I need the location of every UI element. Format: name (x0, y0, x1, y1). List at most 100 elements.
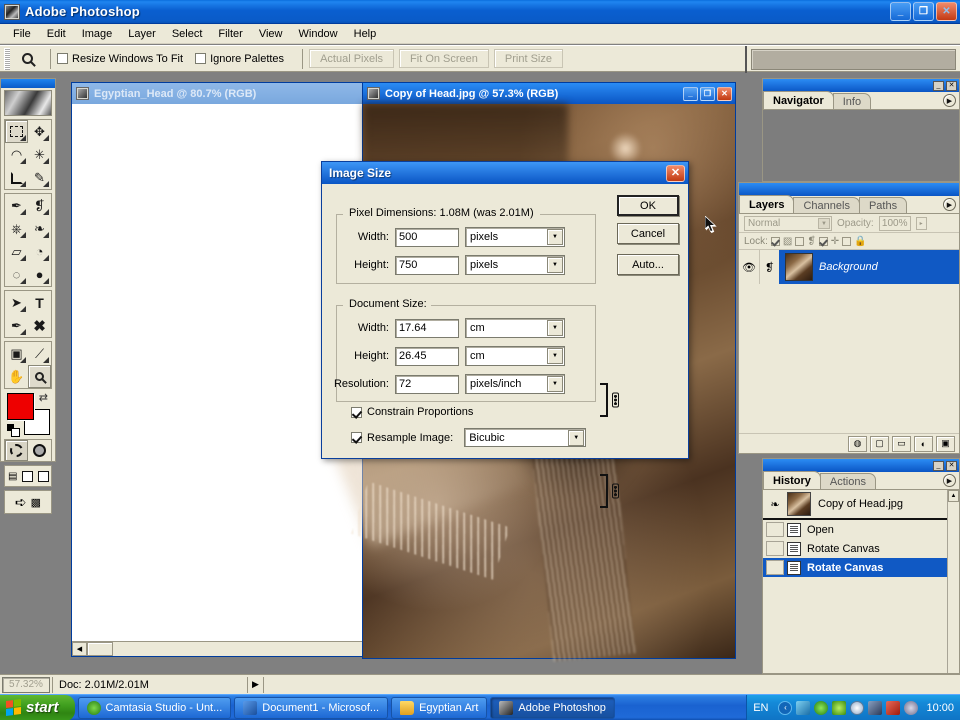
taskbar-item-egyptian-art[interactable]: Egyptian Art (391, 696, 488, 719)
brush-tool[interactable]: ❡ (28, 194, 51, 217)
resample-method-select[interactable]: Bicubic ▼ (464, 428, 587, 447)
jump-to-imageready-button[interactable]: ➪ ▩ (4, 490, 52, 514)
horizontal-scrollbar[interactable]: ◀ (72, 641, 363, 656)
eyedropper-tool[interactable]: ⟋ (28, 342, 51, 365)
taskbar-item-word[interactable]: Document1 - Microsof... (234, 696, 389, 719)
pixel-height-input[interactable]: 750 (395, 255, 459, 275)
document-title-bar[interactable]: Copy of Head.jpg @ 57.3% (RGB) _ ❐ ✕ (363, 83, 735, 104)
menu-file[interactable]: File (5, 26, 39, 42)
list-item[interactable]: Rotate Canvas (763, 558, 959, 577)
quick-mask-mode-button[interactable] (28, 440, 51, 461)
pixel-width-unit-select[interactable]: pixels ▼ (465, 227, 565, 247)
tab-navigator[interactable]: Navigator (763, 91, 834, 109)
standard-screen-mode-button[interactable]: ▤ (5, 466, 21, 486)
new-group-button[interactable]: ▭ (892, 435, 911, 452)
lock-position-checkbox[interactable] (818, 236, 828, 246)
nvidia-icon[interactable] (832, 700, 847, 715)
table-row[interactable]: 👁 ❡ Background (739, 250, 959, 284)
palette-close-button[interactable]: ✕ (946, 460, 957, 471)
actual-pixels-button[interactable]: Actual Pixels (309, 49, 395, 68)
resample-image-checkbox[interactable]: Resample Image: Bicubic ▼ (351, 428, 587, 447)
full-screen-with-menubar-button[interactable] (20, 466, 36, 486)
foreground-color-swatch[interactable] (7, 393, 34, 420)
list-item[interactable]: Rotate Canvas (763, 539, 959, 558)
pixel-height-unit-select[interactable]: pixels ▼ (465, 255, 565, 275)
document-maximize-button[interactable]: ❐ (700, 86, 715, 101)
tab-layers[interactable]: Layers (739, 195, 795, 213)
history-brush-tool[interactable]: ❧ (28, 217, 51, 240)
palette-well[interactable] (751, 49, 956, 70)
clone-stamp-tool[interactable]: ⎈ (5, 217, 28, 240)
document-title-bar[interactable]: Egyptian_Head @ 80.7% (RGB) (72, 83, 363, 104)
layer-style-button[interactable]: ◍ (848, 435, 867, 452)
ok-button[interactable]: OK (617, 195, 679, 216)
lock-transparent-pixels-checkbox[interactable] (770, 236, 780, 246)
tab-info[interactable]: Info (832, 93, 872, 109)
dialog-close-button[interactable]: ✕ (666, 164, 685, 182)
tab-paths[interactable]: Paths (858, 197, 908, 213)
menu-help[interactable]: Help (346, 26, 385, 42)
scrollbar-thumb[interactable] (87, 642, 113, 656)
history-brush-toggle[interactable] (766, 522, 784, 537)
dodge-tool[interactable]: ● (28, 263, 51, 286)
document-canvas[interactable]: ◀ (72, 104, 363, 656)
menu-image[interactable]: Image (74, 26, 121, 42)
hand-tool[interactable]: ✋ (5, 365, 28, 388)
restore-button[interactable]: ❐ (913, 2, 934, 21)
resolution-input[interactable]: 72 (395, 374, 459, 394)
close-button[interactable]: ✕ (936, 2, 957, 21)
minimize-button[interactable]: _ (890, 2, 911, 21)
layer-mask-button[interactable]: ▢ (870, 435, 889, 452)
dialog-title-bar[interactable]: Image Size ✕ (322, 162, 688, 184)
blend-mode-select[interactable]: Normal ▼ (744, 216, 832, 231)
navigator-thumbnail-area[interactable] (763, 110, 959, 181)
history-scrollbar[interactable]: ▲ (947, 490, 959, 673)
slice-tool[interactable]: ✎ (28, 166, 51, 189)
notes-tool[interactable]: ▣ (5, 342, 28, 365)
volume-icon[interactable] (904, 700, 919, 715)
menu-select[interactable]: Select (164, 26, 211, 42)
palette-menu-button[interactable]: ▶ (943, 474, 956, 487)
tab-actions[interactable]: Actions (819, 473, 876, 489)
language-indicator[interactable]: EN (753, 702, 768, 714)
adjustment-layer-button[interactable]: ◐ (914, 435, 933, 452)
standard-mask-mode-button[interactable] (5, 440, 28, 461)
lock-all-checkbox[interactable] (842, 236, 852, 246)
palette-menu-button[interactable]: ▶ (943, 198, 956, 211)
start-button[interactable]: start (0, 694, 75, 720)
constrain-proportions-checkbox[interactable]: Constrain Proportions (351, 406, 473, 418)
opacity-slider-button[interactable]: ▸ (915, 217, 927, 230)
fit-on-screen-button[interactable]: Fit On Screen (399, 49, 489, 68)
lasso-tool[interactable]: ◠ (5, 143, 28, 166)
menu-layer[interactable]: Layer (120, 26, 164, 42)
menu-window[interactable]: Window (291, 26, 346, 42)
pixel-width-input[interactable]: 500 (395, 227, 459, 247)
palette-minimize-button[interactable]: _ (933, 460, 944, 471)
doc-height-input[interactable]: 26.45 (395, 346, 459, 366)
path-selection-tool[interactable]: ➤ (5, 291, 28, 314)
doc-height-unit-select[interactable]: cm ▼ (465, 346, 565, 366)
healing-brush-tool[interactable]: ✒ (5, 194, 28, 217)
clock[interactable]: 10:00 (926, 702, 954, 714)
resize-windows-to-fit-checkbox[interactable]: Resize Windows To Fit (57, 53, 183, 65)
ignore-palettes-checkbox[interactable]: Ignore Palettes (195, 53, 284, 65)
move-tool[interactable]: ✥ (28, 120, 51, 143)
crop-tool[interactable] (5, 166, 28, 189)
document-minimize-button[interactable]: _ (683, 86, 698, 101)
auto-button[interactable]: Auto... (617, 254, 679, 275)
history-brush-source-icon[interactable]: ❧ (763, 498, 787, 511)
rectangular-marquee-tool[interactable] (5, 120, 28, 143)
default-colors-icon[interactable] (7, 424, 20, 437)
options-bar-grip[interactable] (4, 47, 10, 70)
list-item[interactable]: Open (763, 520, 959, 539)
type-tool[interactable]: T (28, 291, 51, 314)
palette-minimize-button[interactable]: _ (933, 80, 944, 91)
menu-edit[interactable]: Edit (39, 26, 74, 42)
history-brush-toggle[interactable] (766, 560, 784, 575)
network-disconnected-icon[interactable] (886, 700, 901, 715)
toolbox-title-bar[interactable] (1, 79, 55, 88)
eye-icon[interactable]: 👁 (739, 250, 759, 284)
history-brush-toggle[interactable] (766, 541, 784, 556)
status-expand-button[interactable]: ▶ (247, 676, 263, 693)
antivirus-icon[interactable] (850, 700, 865, 715)
